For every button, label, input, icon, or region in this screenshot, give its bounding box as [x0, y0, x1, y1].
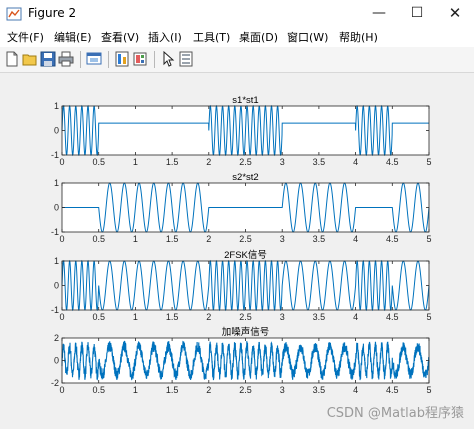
menu-view[interactable]: 查看(V) — [101, 29, 139, 45]
menu-bar: 文件(F) 编辑(E) 查看(V) 插入(I) 工具(T) 桌面(D) 窗口(W… — [0, 27, 474, 47]
close-button[interactable]: ✕ — [436, 0, 474, 27]
y-tick-label: 1 — [54, 256, 59, 266]
print-preview-icon[interactable] — [86, 51, 102, 67]
window-title: Figure 2 — [28, 6, 77, 20]
x-tick-label: 5 — [426, 385, 431, 395]
x-tick-label: 1.5 — [166, 157, 179, 167]
x-tick-label: 1 — [133, 234, 138, 244]
menu-edit[interactable]: 编辑(E) — [54, 29, 92, 45]
x-tick-label: 4.5 — [386, 157, 399, 167]
insert-colorbar-icon[interactable] — [132, 51, 148, 67]
x-tick-label: 3 — [280, 385, 285, 395]
menu-file[interactable]: 文件(F) — [7, 29, 44, 45]
x-tick-label: 2.5 — [239, 157, 252, 167]
y-tick-label: 0 — [54, 203, 59, 213]
x-tick-label: 3 — [280, 157, 285, 167]
x-tick-label: 3 — [280, 234, 285, 244]
open-file-icon[interactable] — [22, 51, 38, 67]
toolbar-separator — [108, 51, 109, 68]
property-inspector-icon[interactable] — [178, 51, 194, 67]
watermark: CSDN @Matlab程序猿 — [326, 406, 464, 421]
menu-insert[interactable]: 插入(I) — [148, 29, 182, 45]
x-tick-label: 4 — [353, 312, 358, 322]
x-tick-label: 2 — [206, 234, 211, 244]
x-tick-label: 0.5 — [92, 312, 105, 322]
x-tick-label: 5 — [426, 312, 431, 322]
x-tick-label: 0 — [59, 312, 64, 322]
x-tick-label: 4 — [353, 385, 358, 395]
x-tick-label: 4.5 — [386, 385, 399, 395]
chart-title: s1*st1 — [232, 95, 258, 106]
x-tick-label: 1 — [133, 385, 138, 395]
x-tick-label: 3.5 — [313, 234, 326, 244]
menu-help[interactable]: 帮助(H) — [339, 29, 378, 45]
x-tick-label: 2 — [206, 312, 211, 322]
x-tick-label: 0.5 — [92, 157, 105, 167]
x-tick-label: 5 — [426, 157, 431, 167]
y-tick-label: 0 — [54, 281, 59, 291]
y-tick-label: -1 — [51, 305, 59, 315]
y-tick-label: -2 — [51, 378, 59, 388]
toolbar — [0, 47, 474, 73]
figure-canvas: s1*st1 0 0.5 1 1.5 2 2.5 3 3.5 4 4.5 5 -1 0 1 s2*st2 0 0.… — [0, 73, 474, 429]
x-tick-label: 3.5 — [313, 312, 326, 322]
x-tick-label: 0.5 — [92, 234, 105, 244]
x-tick-label: 0 — [59, 234, 64, 244]
x-tick-label: 4 — [353, 234, 358, 244]
menu-tools[interactable]: 工具(T) — [193, 29, 230, 45]
x-tick-label: 0 — [59, 157, 64, 167]
matlab-figure-icon — [6, 7, 22, 21]
y-tick-label: -1 — [51, 227, 59, 237]
maximize-button[interactable]: ☐ — [398, 0, 436, 27]
x-tick-label: 5 — [426, 234, 431, 244]
x-tick-label: 3 — [280, 312, 285, 322]
x-tick-label: 0.5 — [92, 385, 105, 395]
chart-title: s2*st2 — [232, 172, 258, 183]
print-icon[interactable] — [58, 51, 74, 67]
x-tick-label: 2.5 — [239, 234, 252, 244]
menu-window[interactable]: 窗口(W) — [287, 29, 328, 45]
x-tick-label: 0 — [59, 385, 64, 395]
x-tick-label: 2.5 — [239, 385, 252, 395]
edit-plot-pointer-icon[interactable] — [160, 51, 176, 67]
x-tick-label: 4.5 — [386, 234, 399, 244]
x-tick-label: 4 — [353, 157, 358, 167]
title-bar: Figure 2 — ☐ ✕ — [0, 0, 474, 28]
y-tick-label: 0 — [54, 126, 59, 136]
toolbar-separator — [154, 51, 155, 68]
chart-title: 加噪声信号 — [222, 326, 270, 338]
y-tick-label: 1 — [54, 101, 59, 111]
chart-title: 2FSK信号 — [224, 249, 267, 261]
y-tick-label: 1 — [54, 178, 59, 188]
y-tick-label: 0 — [54, 356, 59, 366]
x-tick-label: 2.5 — [239, 312, 252, 322]
x-tick-label: 2 — [206, 157, 211, 167]
minimize-button[interactable]: — — [360, 0, 398, 27]
new-figure-icon[interactable] — [4, 51, 20, 67]
figure-axes-area: s1*st10 0.5 1 1.5 2 2.5 3 3.5 4 4.5 5-101s2*st20 0.… — [51, 95, 432, 395]
x-tick-label: 1.5 — [166, 312, 179, 322]
y-tick-label: 2 — [54, 333, 59, 343]
menu-desktop[interactable]: 桌面(D) — [239, 29, 278, 45]
x-tick-label: 2 — [206, 385, 211, 395]
x-tick-label: 1.5 — [166, 385, 179, 395]
x-tick-label: 3.5 — [313, 157, 326, 167]
toolbar-separator — [80, 51, 81, 68]
link-plot-icon[interactable] — [114, 51, 130, 67]
x-tick-label: 3.5 — [313, 385, 326, 395]
x-tick-label: 1.5 — [166, 234, 179, 244]
y-tick-label: -1 — [51, 150, 59, 160]
x-tick-label: 1 — [133, 157, 138, 167]
x-tick-label: 1 — [133, 312, 138, 322]
x-tick-label: 4.5 — [386, 312, 399, 322]
save-icon[interactable] — [40, 51, 56, 67]
